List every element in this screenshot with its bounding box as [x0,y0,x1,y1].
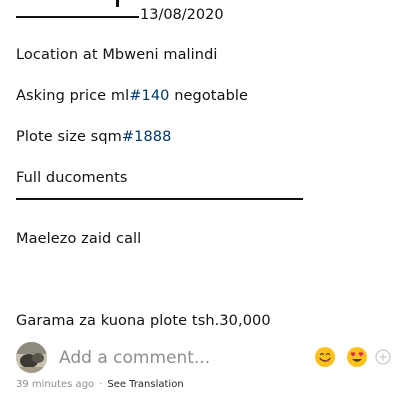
asking-price-line: Asking price ml#140 negotable [16,88,248,104]
caption-divider [16,198,303,200]
location-text: Location at Mbweni malindi [16,47,218,63]
post-date: 13/08/2020 [140,7,224,23]
timestamp: 39 minutes ago [16,379,95,390]
asking-price-label: Asking price ml [16,88,130,104]
price-hashtag[interactable]: #140 [129,88,169,104]
clipped-character [116,0,119,7]
comment-bar [0,340,409,376]
meta-separator: · [99,379,103,390]
size-hashtag[interactable]: #1888 [122,129,172,145]
post-caption: 13/08/2020 Location at Mbweni malindi As… [0,0,409,340]
contact-text: Maelezo zaid call [16,231,142,247]
yum-face-emoji-icon[interactable] [314,346,336,368]
comment-input[interactable] [59,346,299,370]
date-underline-rule [16,16,139,18]
heart-eyes-emoji-icon[interactable] [346,346,368,368]
date-line: 13/08/2020 [16,0,236,26]
plot-size-label: Plote size sqm [16,129,122,145]
plot-size-line: Plote size sqm#1888 [16,129,171,145]
negotiable-text: negotable [169,88,249,104]
viewing-fee-text: Garama za kuona plote tsh.30,000 [16,313,271,329]
post-meta: 39 minutes ago · See Translation [16,379,184,390]
add-emoji-plus-icon[interactable] [375,349,391,365]
avatar[interactable] [16,342,47,373]
documents-text: Full ducoments [16,170,128,186]
see-translation-link[interactable]: See Translation [107,379,183,390]
avatar-image [16,342,47,373]
